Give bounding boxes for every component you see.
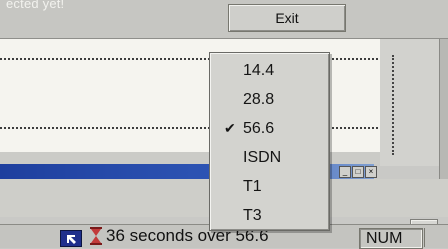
arrow-cursor-icon bbox=[67, 234, 76, 244]
pointer-tool-icon[interactable] bbox=[60, 230, 82, 247]
menu-item-label: 28.8 bbox=[243, 91, 275, 108]
connection-speed-menu: 14.4 28.8 ✔ 56.6 ISDN T1 T3 bbox=[209, 52, 330, 231]
menu-item-t1[interactable]: T1 bbox=[210, 172, 329, 201]
top-toolbar: ected yet! Exit bbox=[0, 0, 448, 39]
menu-item-t3[interactable]: T3 bbox=[210, 201, 329, 230]
status-hint-text: ected yet! bbox=[6, 0, 65, 11]
menu-item-label: ISDN bbox=[243, 149, 282, 166]
vertical-scrollbar[interactable] bbox=[439, 39, 448, 179]
menu-item-label: 56.6 bbox=[243, 120, 275, 137]
minimize-button[interactable]: _ bbox=[339, 166, 351, 178]
maximize-button[interactable]: □ bbox=[352, 166, 364, 178]
menu-item-28-8[interactable]: 28.8 bbox=[210, 85, 329, 114]
close-button[interactable]: × bbox=[365, 166, 377, 178]
dotted-vertical-divider bbox=[392, 55, 394, 155]
status-panel bbox=[424, 228, 448, 247]
menu-item-label: T3 bbox=[243, 207, 262, 224]
hourglass-icon bbox=[90, 227, 102, 245]
menu-item-label: T1 bbox=[243, 178, 262, 195]
menu-item-label: 14.4 bbox=[243, 62, 275, 79]
menu-item-56-6[interactable]: ✔ 56.6 bbox=[210, 114, 329, 143]
exit-button[interactable]: Exit bbox=[228, 4, 346, 32]
menu-item-isdn[interactable]: ISDN bbox=[210, 143, 329, 172]
menu-item-14-4[interactable]: 14.4 bbox=[210, 56, 329, 85]
window-controls: _ □ × bbox=[339, 166, 377, 178]
checkmark-icon: ✔ bbox=[224, 120, 236, 136]
right-panel bbox=[380, 39, 448, 179]
num-lock-indicator: NUM bbox=[359, 228, 423, 249]
